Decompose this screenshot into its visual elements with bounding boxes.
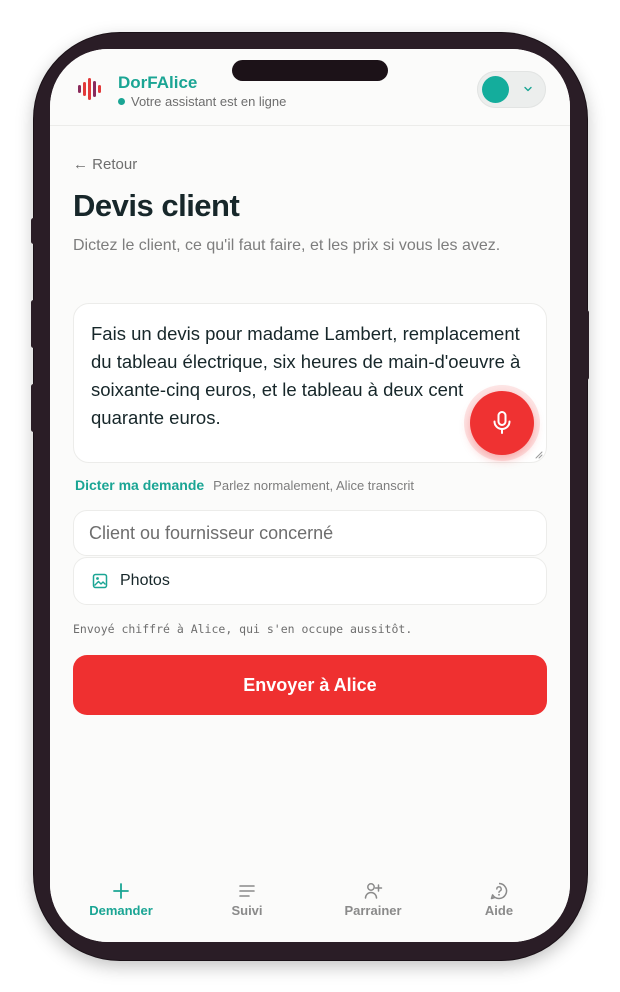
assistant-status: Votre assistant est en ligne: [118, 94, 286, 109]
status-toggle[interactable]: [477, 71, 546, 108]
online-dot: [118, 98, 125, 105]
page-title: Devis client: [73, 188, 240, 223]
nav-label: Demander: [89, 903, 153, 918]
client-field[interactable]: [73, 510, 547, 556]
chevron-down-icon: [524, 86, 532, 92]
photos-button[interactable]: Photos: [73, 557, 547, 605]
dictate-mic-button[interactable]: [470, 391, 534, 455]
page-subtitle: Dictez le client, ce qu'il faut faire, e…: [73, 237, 501, 254]
nav-label: Aide: [484, 903, 514, 918]
phone-side-button: [31, 218, 36, 244]
phone-side-button: [31, 300, 36, 348]
nav-label: Suivi: [231, 903, 263, 918]
list-icon: [239, 885, 255, 897]
dictate-row: Dicter ma demande Parlez normalement, Al…: [75, 477, 414, 493]
nav-label: Parrainer: [344, 903, 402, 918]
status-text: Votre assistant est en ligne: [131, 94, 287, 109]
toggle-knob: [482, 76, 509, 103]
bottom-nav: Demander Suivi Parrainer Aide: [50, 869, 570, 942]
help-bubble-icon: [490, 882, 508, 900]
phone-side-button: [584, 310, 589, 380]
user-plus-icon: [364, 883, 383, 899]
encryption-note: Envoyé chiffré à Alice, qui s'en occupe …: [73, 622, 413, 636]
send-button[interactable]: Envoyer à Alice: [73, 655, 547, 715]
dictate-hint: Parlez normalement, Alice transcrit: [213, 478, 415, 493]
nav-item-parrainer[interactable]: Parrainer: [318, 881, 428, 918]
photos-label: Photos: [120, 572, 170, 589]
image-icon: [92, 573, 108, 589]
back-link[interactable]: ← Retour: [73, 156, 137, 173]
dictate-label[interactable]: Dicter ma demande: [75, 477, 204, 493]
app-brand: DorFAlice: [118, 73, 198, 92]
nav-item-demander[interactable]: Demander: [66, 881, 176, 918]
resize-handle-icon[interactable]: [533, 449, 543, 459]
phone-side-button: [31, 384, 36, 432]
camera-notch: [232, 60, 388, 81]
plus-icon: [113, 883, 129, 899]
app-screen: DorFAlice Votre assistant est en ligne ←…: [50, 49, 570, 942]
microphone-icon: [493, 411, 511, 434]
request-text: Fais un devis pour madame Lambert, rempl…: [91, 323, 521, 428]
nav-item-aide[interactable]: Aide: [444, 881, 554, 918]
client-input[interactable]: [74, 511, 546, 555]
audio-wave-icon: [78, 78, 104, 100]
nav-item-suivi[interactable]: Suivi: [192, 881, 302, 918]
